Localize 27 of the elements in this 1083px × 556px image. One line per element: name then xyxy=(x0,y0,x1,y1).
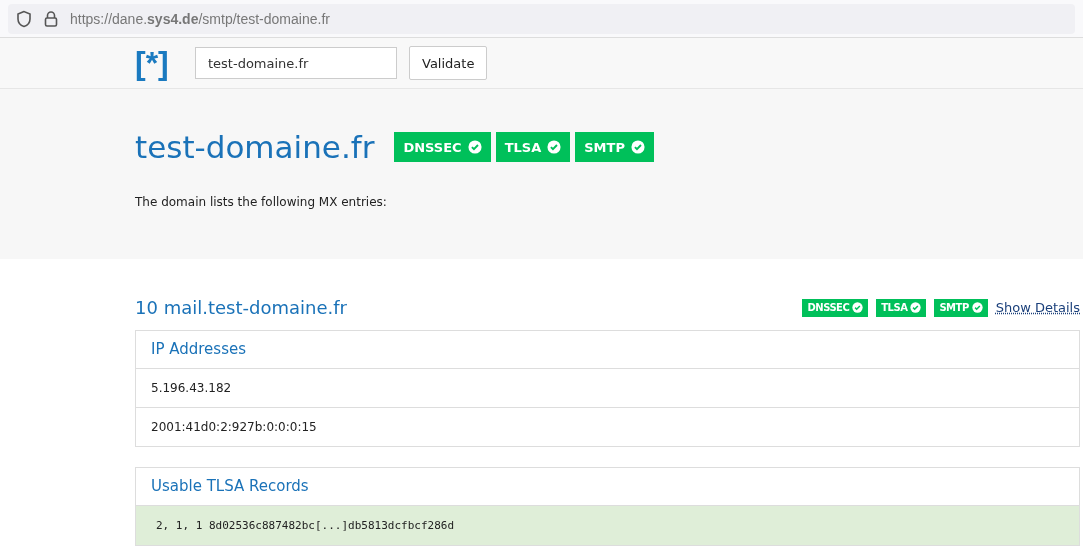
check-icon xyxy=(971,302,983,313)
check-icon xyxy=(852,302,864,313)
logo[interactable]: [*] xyxy=(135,44,183,82)
status-badge: SMTP xyxy=(575,132,654,162)
check-icon xyxy=(467,140,482,154)
ip-address-row: 5.196.43.182 xyxy=(136,369,1079,408)
show-details-link[interactable]: Show Details xyxy=(995,300,1080,315)
check-icon xyxy=(547,140,562,154)
domain-title: test-domaine.fr xyxy=(135,129,375,165)
lock-icon xyxy=(44,10,58,27)
check-icon xyxy=(910,302,922,313)
address-bar[interactable]: https://dane.sys4.de/smtp/test-domaine.fr xyxy=(8,3,1075,34)
status-badge: TLSA xyxy=(876,298,927,317)
tlsa-record-row: 2, 1, 1 8d02536c887482bc[...]db5813dcfbcf286d xyxy=(136,506,1079,545)
ip-address-row-text: 2001:41d0:2:927b:0:0:0:15 xyxy=(150,419,318,436)
mx-entry-title: 10 mail.test-domaine.fr xyxy=(135,297,347,318)
status-badge: TLSA xyxy=(495,132,571,162)
status-badge: SMTP xyxy=(934,298,988,317)
shield-icon xyxy=(16,9,32,28)
description-text: The domain lists the following MX entries: xyxy=(135,195,388,209)
status-badge: DNSSEC xyxy=(802,298,869,317)
url-text: https://dane.sys4.de/smtp/test-domaine.fr xyxy=(70,10,330,27)
check-icon xyxy=(630,140,645,154)
search-field[interactable]: test-domaine.fr xyxy=(195,47,397,79)
validate-button[interactable]: Validate xyxy=(409,46,488,80)
panel-title: IP Addresses xyxy=(136,331,1079,369)
status-badge: DNSSEC xyxy=(394,132,491,162)
